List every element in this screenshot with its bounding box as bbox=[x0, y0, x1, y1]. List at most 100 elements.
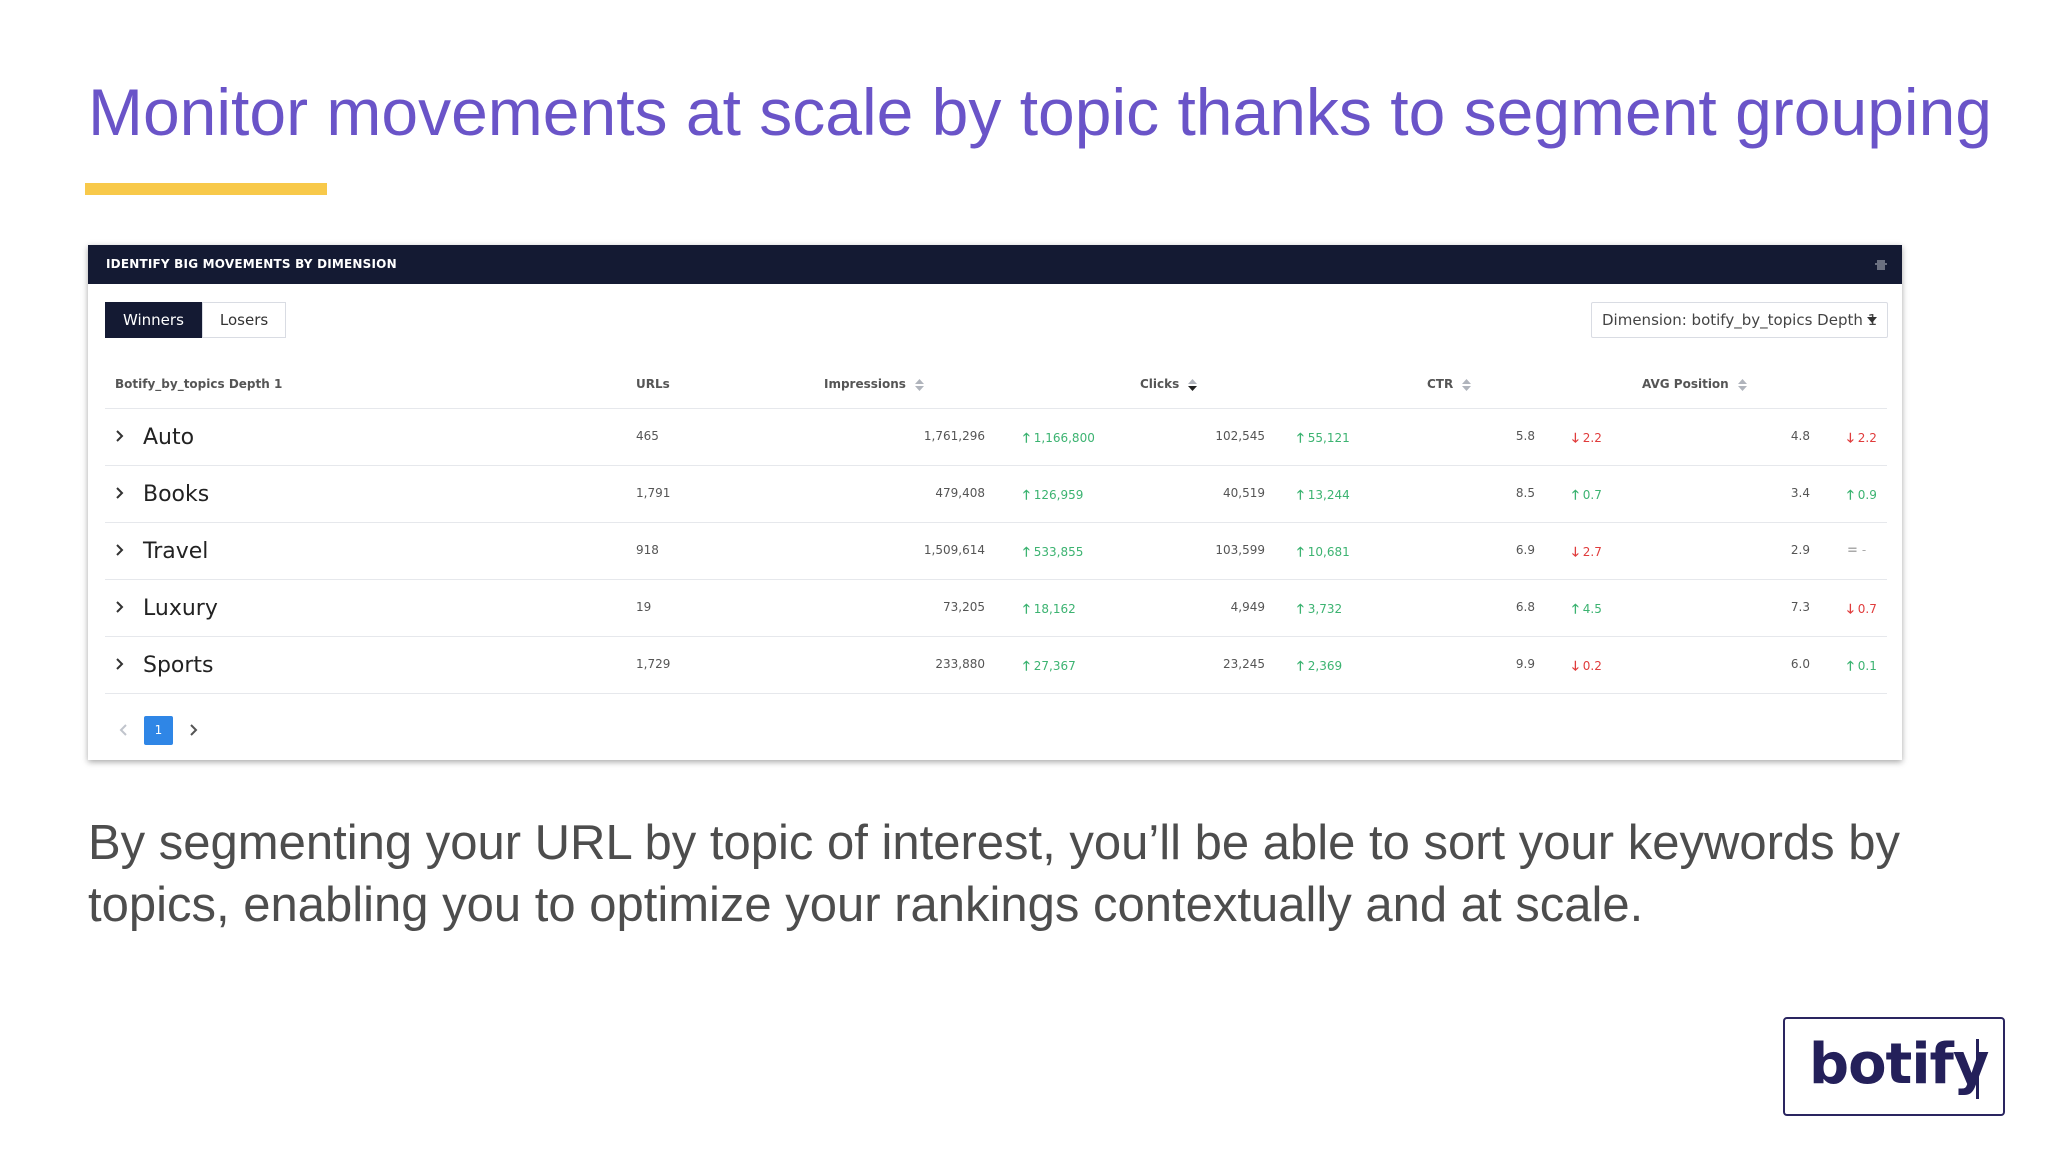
column-header-clicks-label: Clicks bbox=[1140, 377, 1180, 391]
row-impressions-delta-value: 1,166,800 bbox=[1033, 431, 1095, 445]
chevron-right-icon[interactable] bbox=[113, 429, 125, 443]
column-header-ctr[interactable]: CTR bbox=[1427, 377, 1472, 391]
row-avg-position: 3.4 bbox=[1790, 486, 1810, 500]
row-clicks-delta: 🡑 13,244 bbox=[1297, 486, 1350, 508]
table-body: Auto 465 1,761,296 🡑 1,166,800 102,545 🡑 55,121… bbox=[105, 409, 1887, 694]
row-clicks-delta-value: 13,244 bbox=[1307, 488, 1350, 502]
logo-wordmark: botify bbox=[1809, 1032, 1989, 1097]
table-row[interactable]: Auto 465 1,761,296 🡑 1,166,800 102,545 🡑 55,121… bbox=[105, 409, 1887, 466]
chevron-right-icon[interactable] bbox=[113, 543, 125, 557]
column-header-impressions[interactable]: Impressions bbox=[824, 377, 925, 391]
row-impressions-delta: 🡑 126,959 bbox=[1023, 486, 1083, 508]
row-avg-position-delta-value: 2.2 bbox=[1857, 431, 1877, 445]
slide-body-text: By segmenting your URL by topic of inter… bbox=[88, 816, 1901, 932]
row-clicks: 103,599 bbox=[1215, 543, 1265, 557]
row-clicks-delta-value: 3,732 bbox=[1307, 602, 1343, 616]
row-avg-position-delta-value: 0.1 bbox=[1857, 659, 1877, 673]
trend-up-icon: 🡑 bbox=[1297, 431, 1304, 446]
trend-up-icon: 🡑 bbox=[1023, 602, 1030, 617]
column-header-clicks[interactable]: Clicks bbox=[1140, 377, 1198, 391]
row-avg-position-delta-value: 0.9 bbox=[1857, 488, 1877, 502]
row-ctr: 9.9 bbox=[1515, 657, 1535, 671]
row-topic: Sports bbox=[143, 653, 214, 678]
chevron-right-icon[interactable] bbox=[113, 600, 125, 614]
column-header-urls: URLs bbox=[636, 377, 670, 391]
row-clicks: 40,519 bbox=[1223, 486, 1265, 500]
row-ctr-delta: 🡓 0.2 bbox=[1572, 657, 1602, 679]
table-row[interactable]: Luxury 19 73,205 🡑 18,162 4,949 🡑 3,732 6.8 🡑 4.5 7… bbox=[105, 580, 1887, 637]
row-urls: 465 bbox=[636, 429, 659, 443]
row-topic: Luxury bbox=[143, 596, 218, 621]
table-row[interactable]: Sports 1,729 233,880 🡑 27,367 23,245 🡑 2,369 9.9… bbox=[105, 637, 1887, 694]
row-ctr-delta-value: 4.5 bbox=[1582, 602, 1602, 616]
row-impressions: 1,509,614 bbox=[923, 543, 985, 557]
row-clicks: 102,545 bbox=[1215, 429, 1265, 443]
trend-up-icon: 🡑 bbox=[1023, 431, 1030, 446]
row-clicks-delta: 🡑 55,121 bbox=[1297, 429, 1350, 451]
trend-up-icon: 🡑 bbox=[1847, 488, 1854, 503]
row-clicks-delta-value: 10,681 bbox=[1307, 545, 1350, 559]
chevron-left-icon[interactable] bbox=[118, 723, 130, 737]
row-avg-position: 4.8 bbox=[1790, 429, 1810, 443]
row-ctr: 8.5 bbox=[1515, 486, 1535, 500]
winners-losers-tabs: Winners Losers bbox=[105, 302, 287, 338]
row-ctr-delta-value: 2.2 bbox=[1582, 431, 1602, 445]
trend-up-icon: 🡑 bbox=[1297, 545, 1304, 560]
column-header-avg-position[interactable]: AVG Position bbox=[1642, 377, 1747, 391]
panel-header: IDENTIFY BIG MOVEMENTS BY DIMENSION bbox=[88, 245, 1902, 284]
row-topic: Travel bbox=[143, 539, 209, 564]
row-impressions-delta: 🡑 18,162 bbox=[1023, 600, 1076, 622]
table-row[interactable]: Travel 918 1,509,614 🡑 533,855 103,599 🡑 10,681… bbox=[105, 523, 1887, 580]
logo-cursor-bar bbox=[1976, 1039, 1979, 1099]
trend-up-icon: 🡑 bbox=[1023, 545, 1030, 560]
row-avg-position-delta: 🡑 0.9 bbox=[1847, 486, 1877, 508]
row-impressions-delta: 🡑 27,367 bbox=[1023, 657, 1076, 679]
row-ctr-delta: 🡓 2.2 bbox=[1572, 429, 1602, 451]
table-row[interactable]: Books 1,791 479,408 🡑 126,959 40,519 🡑 13,244 8.… bbox=[105, 466, 1887, 523]
row-clicks: 23,245 bbox=[1223, 657, 1265, 671]
row-avg-position: 7.3 bbox=[1790, 600, 1810, 614]
chevron-right-icon[interactable] bbox=[187, 723, 199, 737]
row-ctr: 6.9 bbox=[1515, 543, 1535, 557]
row-urls: 19 bbox=[636, 600, 652, 614]
page-button-current[interactable]: 1 bbox=[144, 715, 173, 745]
chevron-down-icon bbox=[1867, 317, 1877, 323]
slide-title: Monitor movements at scale by topic than… bbox=[88, 75, 1992, 149]
row-urls: 1,729 bbox=[636, 657, 671, 671]
dimension-dropdown[interactable]: Dimension: botify_by_topics Depth 1 bbox=[1591, 302, 1888, 338]
row-ctr: 5.8 bbox=[1515, 429, 1535, 443]
chevron-right-icon[interactable] bbox=[113, 657, 125, 671]
row-impressions: 1,761,296 bbox=[923, 429, 985, 443]
trend-up-icon: 🡑 bbox=[1297, 488, 1304, 503]
trend-up-icon: 🡑 bbox=[1023, 488, 1030, 503]
tab-winners[interactable]: Winners bbox=[105, 302, 202, 338]
title-underline bbox=[85, 183, 327, 195]
trend-down-icon: 🡓 bbox=[1847, 431, 1854, 446]
row-clicks-delta: 🡑 2,369 bbox=[1297, 657, 1342, 679]
row-impressions: 233,880 bbox=[935, 657, 985, 671]
row-avg-position-delta: 🡓 0.7 bbox=[1847, 600, 1877, 622]
row-ctr-delta: 🡑 4.5 bbox=[1572, 600, 1602, 622]
row-avg-position-delta-value: - bbox=[1861, 543, 1867, 557]
trend-up-icon: 🡑 bbox=[1847, 659, 1854, 674]
sort-icon bbox=[915, 378, 925, 391]
sort-icon bbox=[1737, 378, 1747, 391]
row-ctr-delta-value: 2.7 bbox=[1582, 545, 1602, 559]
row-impressions-delta: 🡑 1,166,800 bbox=[1023, 429, 1095, 451]
dimension-dropdown-value: Dimension: botify_by_topics Depth 1 bbox=[1602, 311, 1878, 329]
row-clicks-delta-value: 2,369 bbox=[1307, 659, 1343, 673]
row-clicks-delta: 🡑 10,681 bbox=[1297, 543, 1350, 565]
row-avg-position-delta: 🡓 2.2 bbox=[1847, 429, 1877, 451]
trend-up-icon: 🡑 bbox=[1297, 659, 1304, 674]
movements-table: Botify_by_topics Depth 1 URLs Impression… bbox=[105, 357, 1887, 694]
row-impressions-delta-value: 126,959 bbox=[1033, 488, 1084, 502]
row-avg-position-delta: = - bbox=[1847, 543, 1866, 558]
tab-losers[interactable]: Losers bbox=[201, 302, 287, 338]
row-clicks-delta: 🡑 3,732 bbox=[1297, 600, 1342, 622]
drag-handle-icon[interactable] bbox=[1874, 258, 1888, 272]
row-ctr: 6.8 bbox=[1515, 600, 1535, 614]
chevron-right-icon[interactable] bbox=[113, 486, 125, 500]
row-ctr-delta: 🡓 2.7 bbox=[1572, 543, 1602, 565]
row-impressions: 479,408 bbox=[935, 486, 985, 500]
trend-up-icon: 🡑 bbox=[1023, 659, 1030, 674]
